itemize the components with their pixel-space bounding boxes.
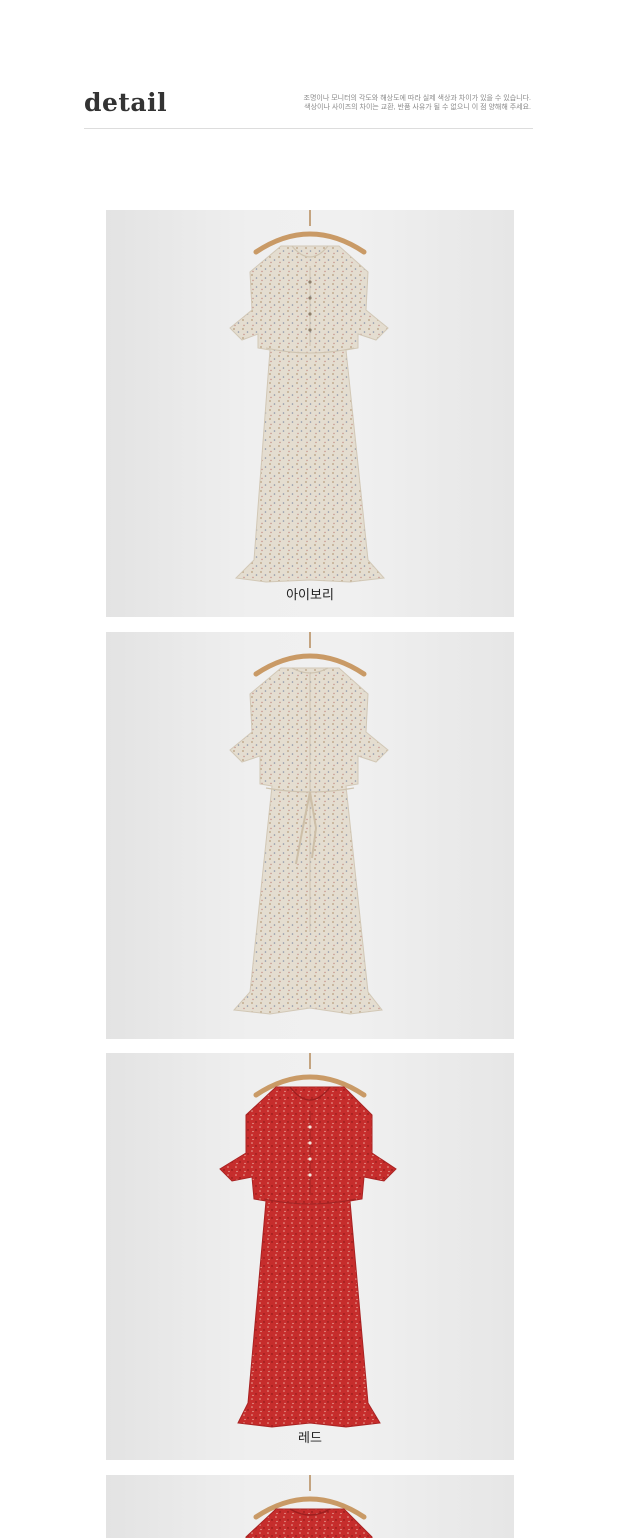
- ivory-dress-front-image: [229, 210, 389, 583]
- product-photo-red-partial: [106, 1475, 514, 1538]
- header-divider: [84, 128, 533, 129]
- ivory-dress-back-image: [229, 632, 389, 1015]
- product-photo-ivory-front: 아이보리: [106, 210, 514, 617]
- product-photo-red-front: 레드: [106, 1053, 514, 1460]
- section-title: detail: [84, 88, 168, 117]
- product-photo-ivory-back: [106, 632, 514, 1039]
- color-caption: 레드: [298, 1430, 322, 1445]
- notice-line-2: 색상이나 사이즈의 차이는 교환, 반품 사유가 될 수 없으니 이 점 양해해…: [304, 104, 531, 111]
- red-dress-front-image: [219, 1053, 397, 1428]
- color-caption: 아이보리: [286, 587, 334, 602]
- notice-line-1: 조명이나 모니터의 각도와 해상도에 따라 실제 색상과 차이가 있을 수 있습…: [303, 95, 531, 102]
- color-notice: 조명이나 모니터의 각도와 해상도에 따라 실제 색상과 차이가 있을 수 있습…: [304, 94, 531, 112]
- red-dress-partial-image: [245, 1475, 373, 1538]
- detail-header: detail 조명이나 모니터의 각도와 해상도에 따라 실제 색상과 차이가 …: [84, 88, 533, 130]
